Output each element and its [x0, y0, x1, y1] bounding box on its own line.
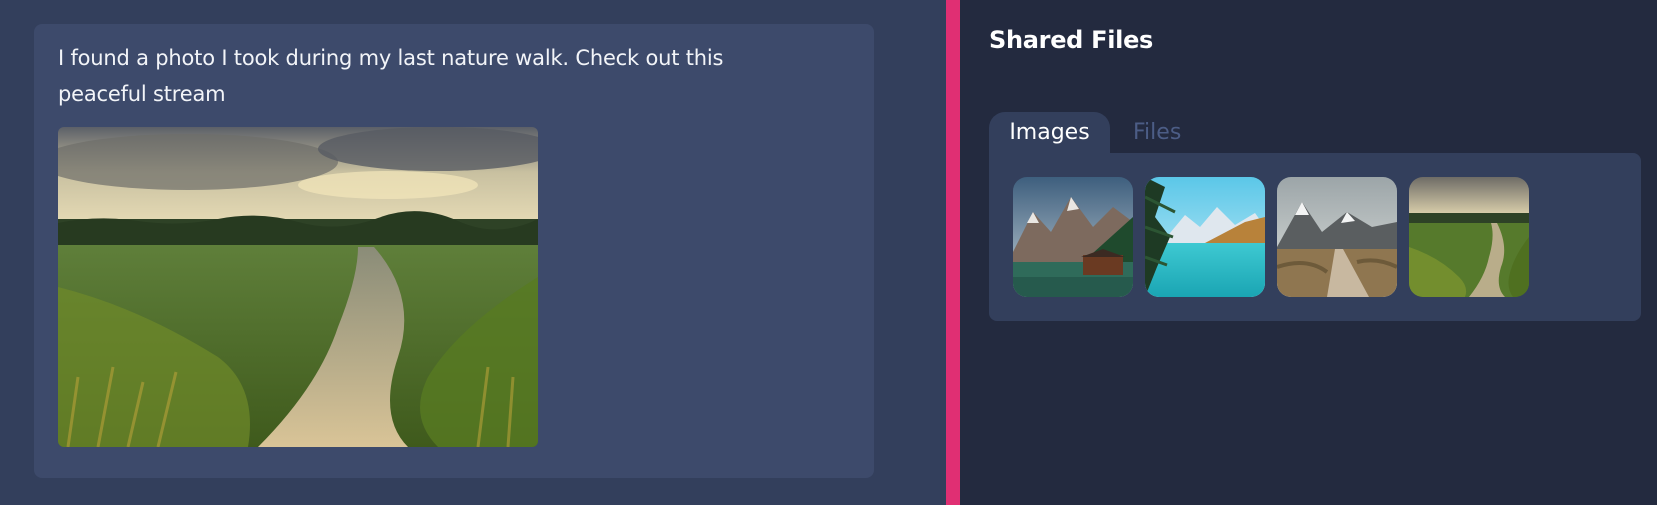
- panel-title: Shared Files: [989, 26, 1154, 54]
- tab-files[interactable]: Files: [1133, 112, 1181, 154]
- tab-images[interactable]: Images: [989, 112, 1110, 154]
- message-text: I found a photo I took during my last na…: [58, 46, 724, 106]
- image-thumbnail[interactable]: [1013, 177, 1133, 297]
- shared-files-panel: Shared Files Images Files: [960, 0, 1657, 505]
- images-grid: [989, 153, 1641, 321]
- chat-pane: I found a photo I took during my last na…: [0, 0, 946, 505]
- panel-divider[interactable]: [946, 0, 960, 505]
- image-thumbnail[interactable]: [1277, 177, 1397, 297]
- image-thumbnail[interactable]: [1145, 177, 1265, 297]
- message-photo[interactable]: [58, 127, 538, 447]
- image-thumbnail[interactable]: [1409, 177, 1529, 297]
- message-bubble: I found a photo I took during my last na…: [34, 24, 874, 478]
